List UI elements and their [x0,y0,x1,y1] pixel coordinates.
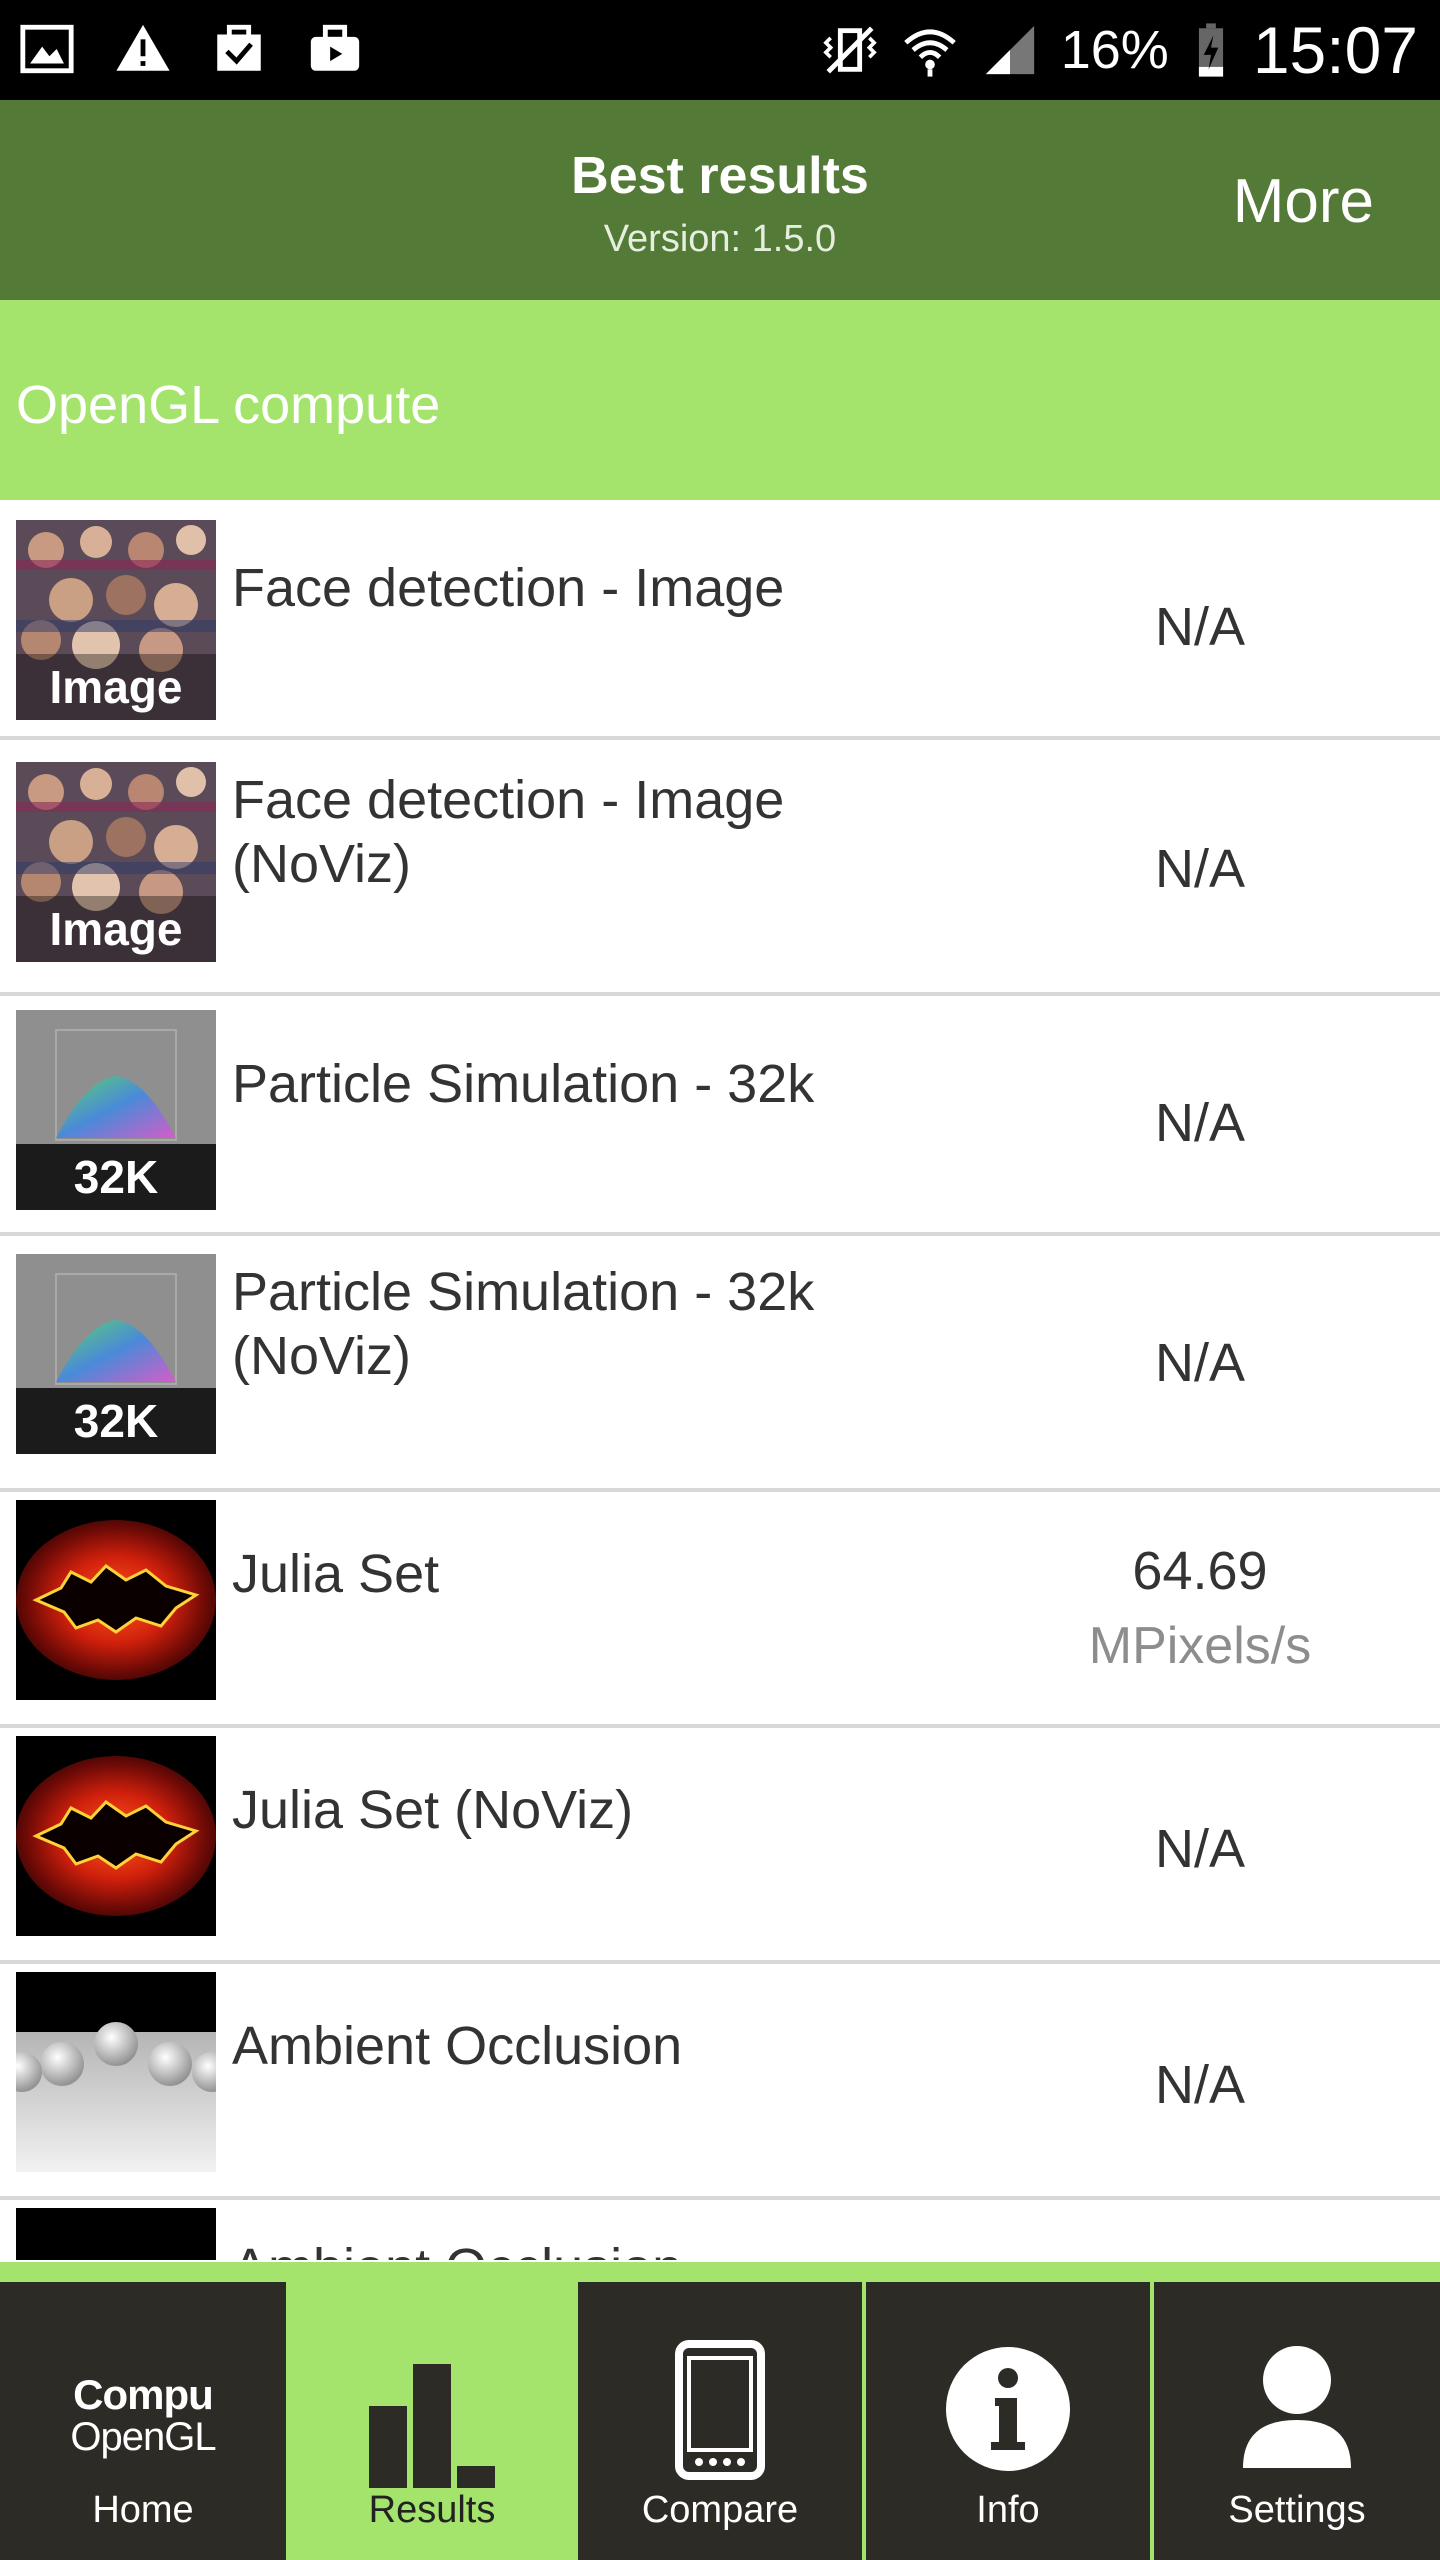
result-value: N/A [1154,1333,1246,1393]
julia-thumbnail [16,1500,216,1700]
battery-percent: 16% [1060,20,1169,80]
particles-thumbnail: 32K [16,1254,216,1454]
status-left-icons [18,20,364,78]
dark-thumbnail [16,2208,216,2260]
result-row-julia-set-noviz[interactable]: Julia Set (NoViz) N/A [0,1728,1440,1964]
bottom-navigation: Compu OpenGL Home Results Compare Info S… [0,2262,1440,2560]
thumb-label: 32K [16,1144,216,1210]
compu-opengl-logo-icon: Compu OpenGL [43,2371,243,2459]
result-unit: MPixels/s [1088,1617,1312,1675]
tab-info[interactable]: Info [866,2282,1150,2560]
tab-results[interactable]: Results [290,2282,574,2560]
result-row-face-detection-image[interactable]: Image Face detection - Image N/A [0,500,1440,740]
result-value: N/A [1154,839,1246,899]
clock: 15:07 [1252,13,1418,87]
app-bar: Best results Version: 1.5.0 More [0,100,1440,300]
tab-home[interactable]: Compu OpenGL Home [0,2282,286,2560]
results-list[interactable]: Image Face detection - Image N/A Image F… [0,500,1440,2260]
result-value: N/A [1154,1093,1246,1153]
briefcase-icon [310,24,360,71]
result-value: N/A [1154,2055,1246,2115]
julia-thumbnail [16,1736,216,1936]
result-row-particle-simulation-32k[interactable]: 32K Particle Simulation - 32k N/A [0,996,1440,1236]
tab-compare[interactable]: Compare [578,2282,862,2560]
version-label: Version: 1.5.0 [603,218,837,260]
thumb-label: 32K [16,1388,216,1454]
gallery-icon [20,24,74,74]
wifi-icon [903,29,956,77]
result-row-particle-simulation-32k-noviz[interactable]: 32K Particle Simulation - 32k (NoViz) N/… [0,1236,1440,1492]
result-name: Particle Simulation - 32k (NoViz) [232,1262,815,1386]
result-value: 64.69 [1132,1541,1268,1601]
result-name: Ambient Occlusion [232,2016,683,2076]
result-name: Ambient Occlusion (NoViz) [232,2236,872,2260]
signal-icon [985,25,1034,75]
warning-icon [116,24,170,71]
section-header: OpenGL compute [0,300,1440,500]
bar-chart-icon [369,2364,495,2488]
ambient-occlusion-icon [16,1972,216,2172]
info-icon [946,2347,1070,2471]
user-icon [1243,2346,1351,2468]
vibrate-icon [823,26,877,74]
clipboard-check-icon [217,24,261,71]
crowd-thumbnail: Image [16,762,216,962]
particles-thumbnail: 32K [16,1010,216,1210]
result-value: N/A [1154,597,1246,657]
result-name: Face detection - Image (NoViz) [232,770,785,894]
status-bar: 16% 15:07 [0,0,1440,100]
result-row-ambient-occlusion-noviz[interactable]: Ambient Occlusion (NoViz) [0,2200,1440,2260]
result-name: Face detection - Image [232,558,785,618]
tab-settings-label: Settings [1228,2489,1366,2531]
julia-fractal-icon [16,1736,216,1936]
logo-line1: Compu [73,2371,214,2418]
phone-icon [675,2340,765,2480]
more-button[interactable]: More [1233,166,1374,237]
result-value: N/A [1154,1819,1246,1879]
tab-compare-label: Compare [641,2489,799,2531]
spheres-thumbnail [16,1972,216,2172]
logo-line2: OpenGL [70,2415,216,2459]
tab-home-label: Home [92,2489,194,2531]
thumb-label: Image [16,896,216,962]
tab-info-label: Info [976,2489,1040,2531]
result-row-ambient-occlusion[interactable]: Ambient Occlusion N/A [0,1964,1440,2200]
status-right-icons: 16% 15:07 [821,8,1418,92]
tab-results-label: Results [368,2489,496,2531]
section-title: OpenGL compute [16,375,441,435]
result-name: Julia Set (NoViz) [232,1780,634,1840]
battery-charging-icon [1198,23,1223,77]
thumb-label: Image [16,654,216,720]
julia-fractal-icon [16,1500,216,1700]
result-row-face-detection-image-noviz[interactable]: Image Face detection - Image (NoViz) N/A [0,740,1440,996]
tab-settings[interactable]: Settings [1154,2282,1440,2560]
result-name: Julia Set [232,1544,440,1604]
page-title: Best results [571,147,869,205]
crowd-thumbnail: Image [16,520,216,720]
result-name: Particle Simulation - 32k [232,1054,815,1114]
result-row-julia-set[interactable]: Julia Set 64.69 MPixels/s [0,1492,1440,1728]
